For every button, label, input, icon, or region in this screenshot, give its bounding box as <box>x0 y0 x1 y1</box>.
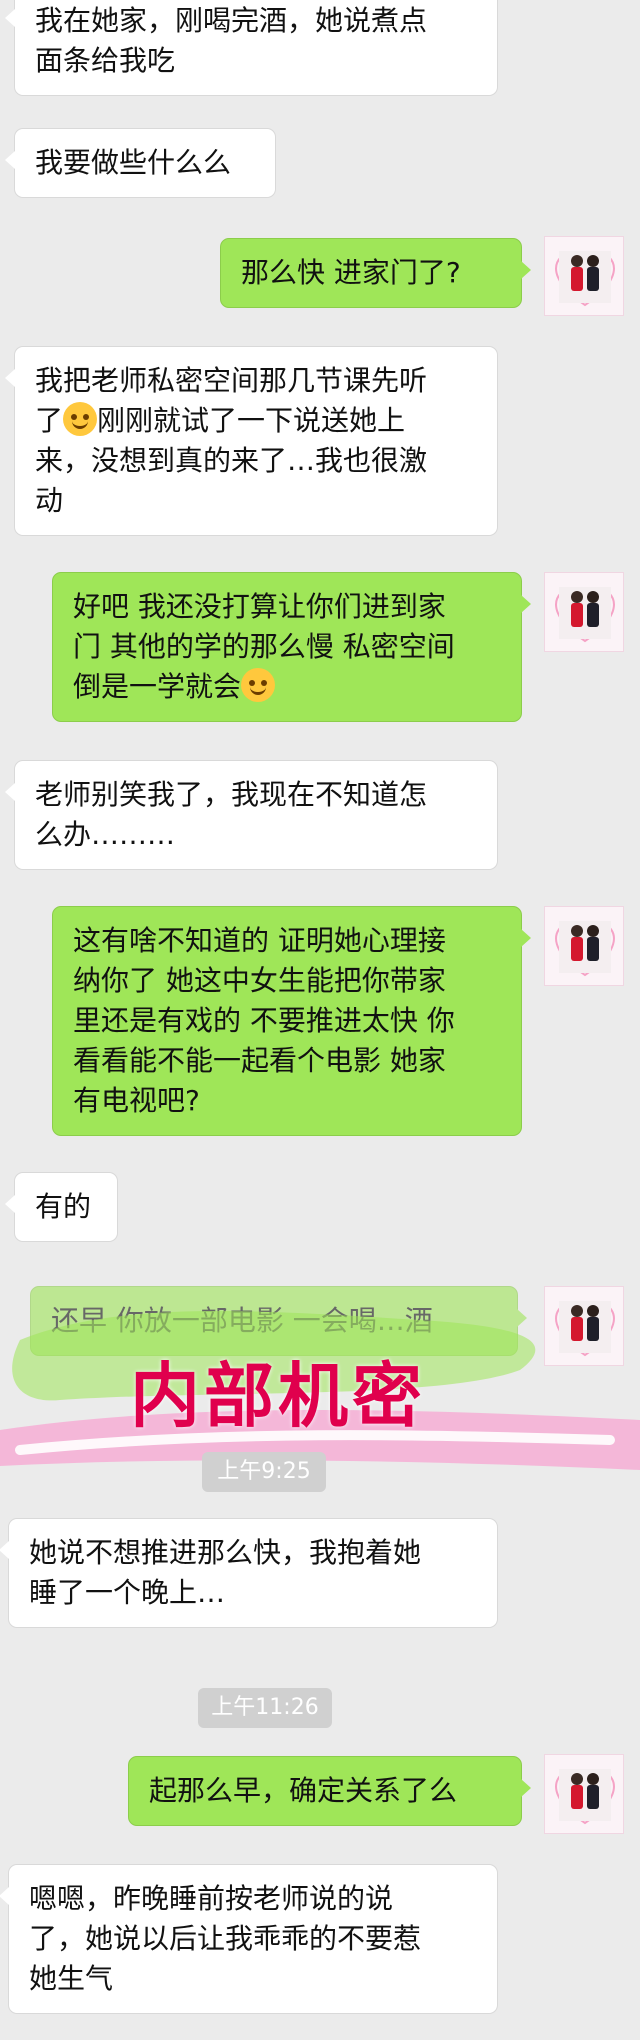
message-bubble-received[interactable]: 有的 <box>5 1172 118 1242</box>
timestamp: 上午9:25 <box>202 1452 326 1492</box>
chat-window: 我在她家，刚喝完酒，她说煮点 面条给我吃 我要做些什么么 那么快 进家门了? 我… <box>0 0 640 2040</box>
message-bubble-received[interactable]: 我在她家，刚喝完酒，她说煮点 面条给我吃 <box>5 0 498 96</box>
avatar[interactable] <box>544 1754 624 1834</box>
message-bubble-received[interactable]: 嗯嗯，昨晚睡前按老师说的说 了，她说以后让我乖乖的不要惹 她生气 <box>0 1864 498 2014</box>
message-bubble-received[interactable]: 我要做些什么么 <box>5 128 276 198</box>
avatar[interactable] <box>544 236 624 316</box>
message-bubble-received[interactable]: 她说不想推进那么快，我抱着她 睡了一个晚上… <box>0 1518 498 1628</box>
two-women-avatar-icon <box>555 587 615 643</box>
blush-emoji <box>241 668 276 702</box>
message-bubble-received[interactable]: 我把老师私密空间那几节课先听 了刚刚就试了一下说送她上 来，没想到真的来了…我也… <box>5 346 498 536</box>
message-bubble-received[interactable]: 老师别笑我了，我现在不知道怎 么办……… <box>5 760 498 870</box>
message-bubble-sent[interactable]: 起那么早，确定关系了么 <box>128 1756 531 1826</box>
avatar[interactable] <box>544 906 624 986</box>
message-bubble-sent[interactable]: 这有啥不知道的 证明她心理接 纳你了 她这中女生能把你带家 里还是有戏的 不要推… <box>52 906 531 1136</box>
message-bubble-sent[interactable]: 好吧 我还没打算让你们进到家 门 其他的学的那么慢 私密空间 倒是一学就会 <box>52 572 531 722</box>
watermark-text: 内部机密 <box>130 1355 426 1437</box>
two-women-avatar-icon <box>555 251 615 307</box>
tears-of-joy-emoji <box>63 402 98 436</box>
timestamp: 上午11:26 <box>198 1688 332 1728</box>
two-women-avatar-icon <box>555 1301 615 1357</box>
message-bubble-sent[interactable]: 那么快 进家门了? <box>220 238 531 308</box>
avatar[interactable] <box>544 572 624 652</box>
two-women-avatar-icon <box>555 1769 615 1825</box>
avatar[interactable] <box>544 1286 624 1366</box>
two-women-avatar-icon <box>555 921 615 977</box>
